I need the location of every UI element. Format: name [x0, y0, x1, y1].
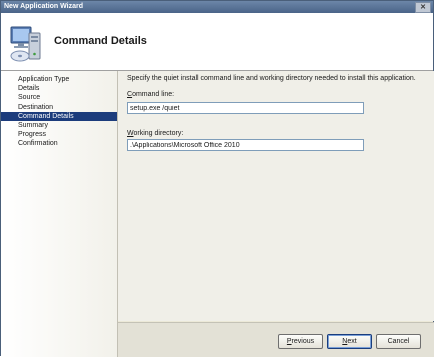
previous-button[interactable]: Previous — [278, 334, 323, 349]
sidebar-item-destination[interactable]: Destination — [1, 103, 117, 112]
step-list: Application Type Details Source Destinat… — [1, 75, 117, 149]
working-directory-label: Working directory: — [127, 130, 183, 137]
working-directory-input[interactable] — [127, 139, 364, 151]
wizard-footer: Previous Next Cancel — [118, 322, 434, 357]
page-title: Command Details — [54, 35, 147, 47]
close-button[interactable]: ✕ — [415, 2, 431, 13]
computer-install-icon — [10, 26, 41, 62]
sidebar-item-command-details[interactable]: Command Details — [1, 111, 117, 121]
cancel-button[interactable]: Cancel — [376, 334, 421, 349]
sidebar-item-progress[interactable]: Progress — [1, 130, 117, 139]
working-directory-label-text: orking directory: — [133, 130, 184, 137]
next-label: ext — [347, 338, 357, 345]
wizard-header: Command Details — [1, 13, 433, 71]
cancel-label: Cancel — [387, 338, 410, 345]
title-bar[interactable]: New Application Wizard ✕ — [1, 1, 433, 13]
sidebar-item-summary[interactable]: Summary — [1, 121, 117, 130]
instruction-text: Specify the quiet install command line a… — [127, 75, 416, 82]
wizard-content: Specify the quiet install command line a… — [118, 71, 434, 321]
previous-label: revious — [291, 338, 315, 345]
command-line-label: Command line: — [127, 91, 174, 98]
sidebar-item-details[interactable]: Details — [1, 84, 117, 93]
wizard-window: New Application Wizard ✕ Command Details… — [0, 0, 434, 357]
command-line-input[interactable] — [127, 102, 364, 114]
next-button[interactable]: Next — [327, 334, 372, 349]
command-line-label-text: ommand line: — [132, 91, 175, 98]
sidebar-item-confirmation[interactable]: Confirmation — [1, 139, 117, 148]
sidebar-item-application-type[interactable]: Application Type — [1, 75, 117, 84]
wizard-steps-sidebar: Application Type Details Source Destinat… — [1, 71, 118, 357]
close-icon: ✕ — [420, 4, 426, 11]
window-title: New Application Wizard — [4, 3, 84, 10]
sidebar-item-source[interactable]: Source — [1, 93, 117, 102]
